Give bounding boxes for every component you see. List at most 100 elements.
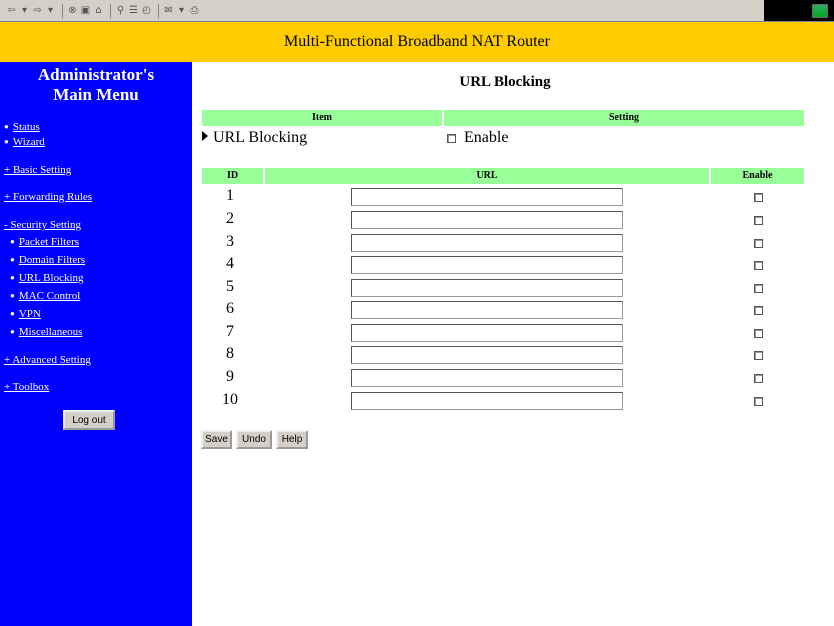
row-enable-checkbox[interactable]: [754, 239, 763, 248]
domain-filters-link[interactable]: Domain Filters: [19, 254, 85, 266]
bullet-icon: ●: [10, 291, 15, 300]
row-id: 1: [226, 187, 234, 204]
bullet-icon: ●: [4, 122, 9, 131]
mac-control-link[interactable]: MAC Control: [19, 290, 80, 302]
sidebar-item-advanced-setting[interactable]: + Advanced Setting: [4, 354, 91, 366]
sidebar-item-forwarding-rules[interactable]: + Forwarding Rules: [4, 191, 92, 203]
enable-url-blocking-checkbox[interactable]: [447, 133, 456, 143]
url-input[interactable]: [351, 301, 623, 319]
url-input[interactable]: [351, 279, 623, 297]
sidebar-item-vpn[interactable]: ● VPN: [10, 308, 41, 320]
save-button[interactable]: Save: [201, 430, 232, 449]
back-dropdown-icon[interactable]: ▾: [19, 4, 30, 18]
packet-filters-link[interactable]: Packet Filters: [19, 236, 79, 248]
row-id: 10: [222, 391, 238, 408]
router-title-bar: Multi-Functional Broadband NAT Router: [0, 22, 834, 62]
url-input[interactable]: [351, 211, 623, 229]
row-id: 2: [226, 210, 234, 227]
bullet-icon: ●: [10, 273, 15, 282]
browser-throbber: [764, 0, 834, 21]
row-enable-checkbox[interactable]: [754, 306, 763, 315]
sidebar-title: Administrator's Main Menu: [0, 65, 192, 105]
row-enable-checkbox[interactable]: [754, 193, 763, 202]
row-enable-checkbox[interactable]: [754, 261, 763, 270]
sidebar-item-basic-setting[interactable]: + Basic Setting: [4, 164, 71, 176]
row-enable-checkbox[interactable]: [754, 374, 763, 383]
refresh-icon[interactable]: ▣: [80, 4, 91, 18]
sidebar-title-line2: Main Menu: [53, 85, 139, 104]
url-input[interactable]: [351, 392, 623, 410]
miscellaneous-link[interactable]: Miscellaneous: [19, 326, 83, 338]
back-icon[interactable]: ⇦: [6, 4, 17, 18]
sidebar-item-packet-filters[interactable]: ● Packet Filters: [10, 236, 79, 248]
sidebar-item-url-blocking[interactable]: ● URL Blocking: [10, 272, 84, 284]
sidebar-item-status[interactable]: ● Status: [4, 121, 40, 133]
row-id: 9: [226, 368, 234, 385]
row-enable-checkbox[interactable]: [754, 329, 763, 338]
sidebar-item-wizard[interactable]: ● Wizard: [4, 136, 45, 148]
mail-dropdown-icon[interactable]: ▾: [176, 4, 187, 18]
sidebar-item-security-setting[interactable]: - Security Setting: [4, 219, 81, 231]
url-blocking-link[interactable]: URL Blocking: [19, 272, 84, 284]
enable-url-blocking[interactable]: Enable: [447, 129, 508, 147]
stop-icon[interactable]: ⊗: [67, 4, 78, 18]
toolbar-separator: [62, 3, 63, 18]
row-id: 8: [226, 345, 234, 362]
url-input[interactable]: [351, 188, 623, 206]
url-input[interactable]: [351, 234, 623, 252]
enable-column-header: Enable: [711, 168, 804, 184]
bullet-icon: ●: [10, 255, 15, 264]
browser-toolbar: ⇦ ▾ ⇨ ▾ ⊗ ▣ ⌂ ⚲ ☰ ◴ ✉ ▾ ⎙: [0, 0, 834, 22]
bullet-icon: ●: [10, 237, 15, 246]
security-setting-link[interactable]: - Security Setting: [4, 219, 81, 231]
url-blocking-label: URL Blocking: [213, 129, 308, 146]
url-input[interactable]: [351, 256, 623, 274]
bullet-icon: ●: [10, 327, 15, 336]
row-enable-checkbox[interactable]: [754, 216, 763, 225]
toolbox-link[interactable]: + Toolbox: [4, 381, 49, 393]
sidebar-title-line1: Administrator's: [37, 65, 155, 84]
vpn-link[interactable]: VPN: [19, 308, 41, 320]
toolbar-separator: [158, 3, 159, 18]
history-icon[interactable]: ◴: [141, 4, 152, 18]
row-id: 3: [226, 233, 234, 250]
sidebar-item-domain-filters[interactable]: ● Domain Filters: [10, 254, 85, 266]
bullet-icon: ●: [4, 137, 9, 146]
item-column-header: Item: [202, 110, 442, 126]
forward-icon[interactable]: ⇨: [32, 4, 43, 18]
status-link[interactable]: Status: [13, 121, 40, 133]
row-enable-checkbox[interactable]: [754, 351, 763, 360]
home-icon[interactable]: ⌂: [93, 4, 104, 18]
browser-logo-icon: [812, 3, 828, 18]
page-title: URL Blocking: [459, 74, 551, 90]
row-id: 7: [226, 323, 234, 340]
print-icon[interactable]: ⎙: [189, 4, 200, 18]
mail-icon[interactable]: ✉: [163, 4, 174, 18]
row-enable-checkbox[interactable]: [754, 397, 763, 406]
wizard-link[interactable]: Wizard: [13, 136, 45, 148]
forward-dropdown-icon[interactable]: ▾: [45, 4, 56, 18]
url-blocking-setting-row: URL Blocking: [202, 129, 307, 147]
sidebar-item-mac-control[interactable]: ● MAC Control: [10, 290, 80, 302]
url-input[interactable]: [351, 324, 623, 342]
sidebar-item-miscellaneous[interactable]: ● Miscellaneous: [10, 326, 82, 338]
url-input[interactable]: [351, 346, 623, 364]
favorites-icon[interactable]: ☰: [128, 4, 139, 18]
undo-button[interactable]: Undo: [236, 430, 272, 449]
advanced-setting-link[interactable]: + Advanced Setting: [4, 354, 91, 366]
url-input[interactable]: [351, 369, 623, 387]
basic-setting-link[interactable]: + Basic Setting: [4, 164, 71, 176]
router-title: Multi-Functional Broadband NAT Router: [284, 33, 550, 50]
arrow-right-icon: [202, 131, 208, 141]
row-id: 6: [226, 300, 234, 317]
sidebar-item-toolbox[interactable]: + Toolbox: [4, 381, 49, 393]
help-button[interactable]: Help: [276, 430, 308, 449]
toolbar-separator: [110, 3, 111, 18]
forwarding-rules-link[interactable]: + Forwarding Rules: [4, 191, 92, 203]
search-icon[interactable]: ⚲: [115, 4, 126, 18]
bullet-icon: ●: [10, 309, 15, 318]
row-enable-checkbox[interactable]: [754, 284, 763, 293]
url-column-header: URL: [265, 168, 709, 184]
sidebar: Administrator's Main Menu ● Status ● Wizar…: [0, 62, 192, 626]
logout-button[interactable]: Log out: [63, 410, 115, 430]
